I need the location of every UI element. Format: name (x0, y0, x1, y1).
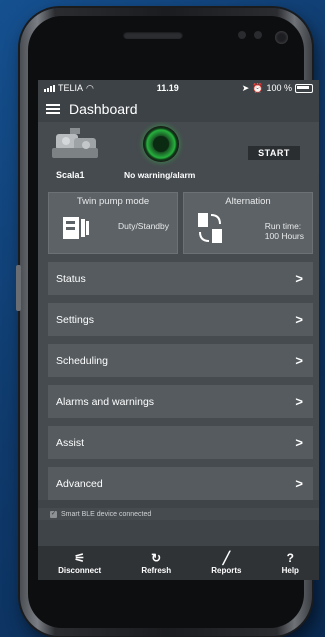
alternation-tile[interactable]: Alternation Run time: 100 Hours (183, 192, 313, 254)
menu-item-label: Assist (56, 436, 85, 449)
runtime-label: Run time: (264, 221, 302, 231)
mode-tiles: Twin pump mode Duty/Standby Alternation … (38, 188, 319, 258)
refresh-icon: ↻ (151, 550, 162, 565)
carrier-label: TELIA (58, 83, 84, 93)
nav-label: Disconnect (58, 565, 102, 575)
twin-pump-mode-tile[interactable]: Twin pump mode Duty/Standby (48, 192, 178, 254)
twin-pump-icon (63, 217, 89, 239)
chevron-right-icon: > (295, 271, 303, 286)
alarm-status-text: No warning/alarm (124, 170, 196, 180)
alarm-status-indicator-icon (143, 126, 179, 162)
menu-item-label: Settings (56, 313, 94, 326)
tile-title: Alternation (225, 196, 271, 207)
disconnect-icon: ⚟ (74, 550, 85, 565)
reports-icon: ╱ (222, 550, 230, 565)
location-icon: ➤ (241, 82, 250, 93)
pump-image (52, 128, 98, 158)
tile-value: Duty/Standby (117, 221, 169, 231)
nav-label: Refresh (141, 565, 172, 575)
chevron-right-icon: > (295, 312, 303, 327)
wifi-icon: ◠ (86, 82, 94, 93)
phone-sensor (254, 31, 262, 39)
menu-item-label: Scheduling (56, 354, 108, 367)
signal-icon (44, 84, 55, 92)
app-screen: TELIA ◠ 11.19 ➤ ⏰ 100 % Dashboard Scala1… (38, 80, 319, 580)
tile-title: Twin pump mode (76, 196, 150, 207)
chevron-right-icon: > (295, 476, 303, 491)
settings-menu: Status > Settings > Scheduling > Alarms and… (38, 258, 319, 500)
status-bar: TELIA ◠ 11.19 ➤ ⏰ 100 % (38, 80, 319, 96)
phone-camera (275, 31, 288, 44)
runtime-value: 100 Hours (264, 231, 304, 241)
nav-label: Help (281, 565, 299, 575)
nav-label: Reports (211, 565, 242, 575)
tile-value: Run time: 100 Hours (265, 221, 304, 241)
hamburger-menu-icon[interactable] (46, 104, 60, 114)
bottom-navigation: ⚟ Disconnect ↻ Refresh ╱ Reports ? Help (38, 546, 319, 580)
ble-status-text: Smart BLE device connected (61, 510, 152, 518)
alternation-icon (198, 213, 222, 243)
menu-item-assist[interactable]: Assist > (48, 426, 313, 459)
reports-button[interactable]: ╱ Reports (211, 552, 241, 575)
phone-speaker (123, 31, 183, 39)
alarm-clock-icon: ⏰ (252, 82, 264, 93)
menu-item-label: Advanced (56, 477, 103, 490)
chevron-right-icon: > (295, 353, 303, 368)
menu-item-settings[interactable]: Settings > (48, 303, 313, 336)
menu-item-alarms-and-warnings[interactable]: Alarms and warnings > (48, 385, 313, 418)
battery-icon (294, 83, 313, 93)
clock: 11.19 (156, 83, 179, 93)
header: Dashboard (38, 96, 319, 122)
battery-percent: 100 % (266, 83, 292, 93)
menu-item-scheduling[interactable]: Scheduling > (48, 344, 313, 377)
menu-item-label: Status (56, 272, 86, 285)
disconnect-button[interactable]: ⚟ Disconnect (58, 552, 101, 575)
help-button[interactable]: ? Help (282, 552, 299, 575)
phone-side-button (16, 265, 21, 311)
chevron-right-icon: > (295, 394, 303, 409)
device-name: Scala1 (56, 170, 85, 180)
device-summary: Scala1 No warning/alarm START (38, 122, 319, 188)
page-title: Dashboard (69, 101, 138, 117)
chevron-right-icon: > (295, 435, 303, 450)
start-button[interactable]: START (248, 146, 300, 160)
ble-connection-status: ✓ Smart BLE device connected (38, 508, 319, 520)
menu-item-status[interactable]: Status > (48, 262, 313, 295)
menu-item-advanced[interactable]: Advanced > (48, 467, 313, 500)
menu-item-label: Alarms and warnings (56, 395, 155, 408)
checkbox-icon: ✓ (50, 510, 57, 518)
refresh-button[interactable]: ↻ Refresh (141, 552, 171, 575)
help-icon: ? (286, 550, 294, 565)
phone-sensor (238, 31, 246, 39)
